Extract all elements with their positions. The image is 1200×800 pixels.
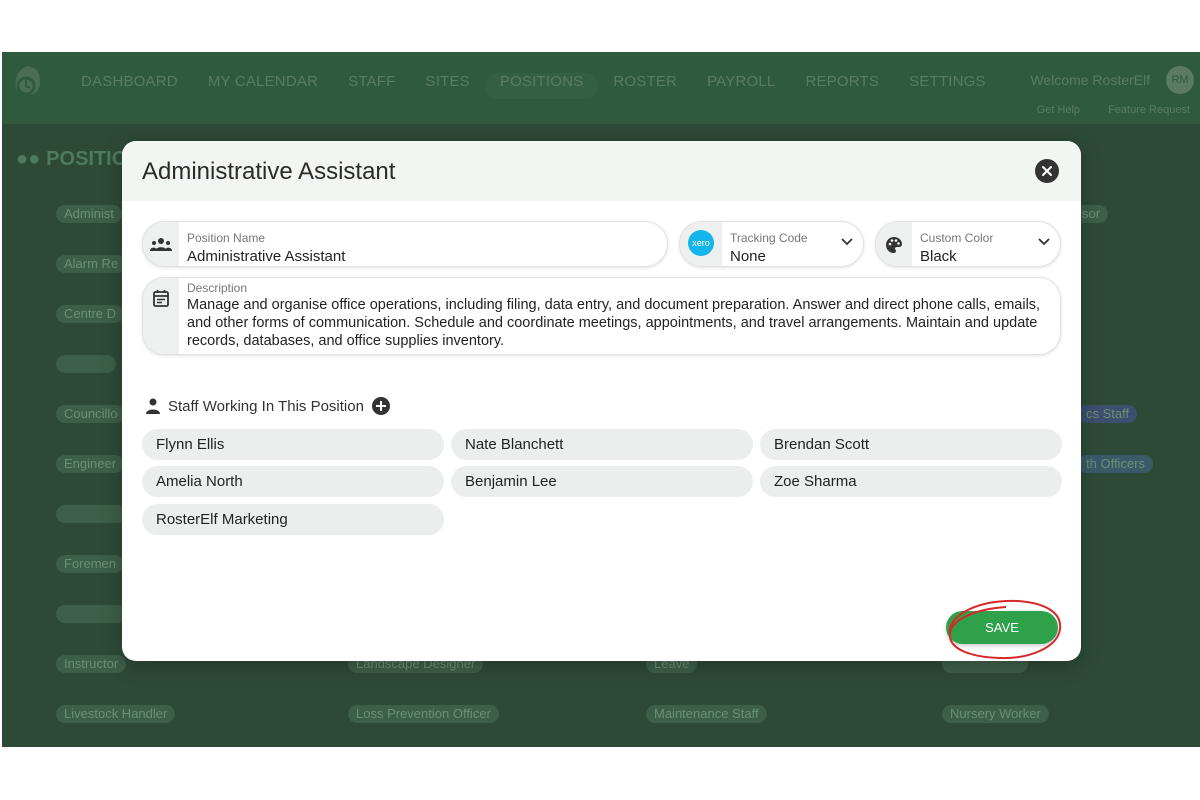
field-icon-column — [876, 222, 912, 266]
welcome-text: Welcome RosterElf — [1030, 72, 1150, 88]
chevron-down-icon — [841, 238, 853, 246]
add-staff-icon[interactable] — [371, 397, 390, 415]
position-pill[interactable]: Livestock Handler — [56, 705, 176, 723]
calendar-icon — [153, 290, 169, 307]
tracking-code-select[interactable]: xero Tracking Code None — [679, 221, 864, 267]
modal-header: Administrative Assistant — [122, 141, 1081, 201]
save-button[interactable]: SAVE — [946, 611, 1058, 644]
group-icon — [150, 238, 172, 251]
rosterelf-logo-icon — [15, 66, 41, 96]
nav-positions[interactable]: POSITIONS — [484, 73, 599, 99]
tracking-code-label: Tracking Code — [730, 231, 808, 245]
staff-chip[interactable]: Nate Blanchett — [451, 429, 753, 460]
staff-section-title: Staff Working In This Position — [168, 397, 364, 415]
get-help-link[interactable]: Get Help — [1037, 104, 1080, 116]
staff-chip[interactable]: RosterElf Marketing — [142, 504, 444, 535]
nav-my-calendar[interactable]: MY CALENDAR — [193, 73, 333, 99]
field-icon-column — [143, 278, 179, 354]
position-pill[interactable]: Maintenance Staff — [646, 705, 767, 723]
position-pill[interactable]: cs Staff — [1078, 405, 1138, 423]
position-pill[interactable]: Alarm Re — [56, 255, 127, 273]
nav-staff[interactable]: STAFF — [333, 73, 410, 99]
position-pill[interactable]: Loss Prevention Officer — [348, 705, 499, 723]
custom-color-select[interactable]: Custom Color Black — [875, 221, 1061, 267]
group-icon: ●● — [16, 148, 41, 170]
position-pill[interactable]: Nursery Worker — [942, 705, 1049, 723]
close-button[interactable] — [1035, 159, 1059, 183]
avatar[interactable]: RM — [1166, 66, 1194, 94]
description-field[interactable]: Description Manage and organise office o… — [142, 277, 1061, 355]
position-name-input[interactable]: Administrative Assistant — [187, 248, 345, 265]
position-pill[interactable]: Instructor — [56, 655, 127, 673]
help-links: Get Help Feature Request — [1037, 104, 1190, 116]
field-icon-column: xero — [680, 222, 722, 266]
custom-color-value: Black — [920, 248, 957, 265]
position-pill[interactable]: th Officers — [1078, 455, 1154, 473]
nav-settings[interactable]: SETTINGS — [894, 73, 1001, 99]
feature-request-link[interactable]: Feature Request — [1108, 104, 1190, 116]
chevron-down-icon — [1038, 238, 1050, 246]
top-navigation: DASHBOARD MY CALENDAR STAFF SITES POSITI… — [2, 52, 1200, 124]
staff-chip[interactable]: Benjamin Lee — [451, 466, 753, 497]
xero-logo-icon: xero — [688, 230, 714, 256]
close-icon — [1042, 166, 1052, 176]
position-pill[interactable]: Administ — [56, 205, 122, 223]
staff-chip[interactable]: Zoe Sharma — [760, 466, 1062, 497]
nav-reports[interactable]: REPORTS — [790, 73, 894, 99]
nav-roster[interactable]: ROSTER — [598, 73, 692, 99]
position-pill[interactable]: Foremen — [56, 555, 125, 573]
position-pill[interactable] — [56, 355, 116, 373]
position-pill[interactable]: Centre D — [56, 305, 125, 323]
nav-dashboard[interactable]: DASHBOARD — [66, 73, 193, 99]
position-name-label: Position Name — [187, 231, 266, 245]
modal-title: Administrative Assistant — [142, 158, 396, 185]
description-textarea[interactable]: Manage and organise office operations, i… — [187, 296, 1057, 350]
staff-chip[interactable]: Flynn Ellis — [142, 429, 444, 460]
nav-menu: DASHBOARD MY CALENDAR STAFF SITES POSITI… — [66, 73, 1001, 99]
position-pill[interactable]: Engineer — [56, 455, 125, 473]
staff-section-header: Staff Working In This Position — [146, 397, 390, 415]
person-icon — [146, 398, 160, 414]
staff-chip[interactable]: Brendan Scott — [760, 429, 1062, 460]
description-label: Description — [187, 281, 248, 295]
nav-payroll[interactable]: PAYROLL — [692, 73, 790, 99]
position-pill[interactable]: Councillo — [56, 405, 126, 423]
nav-sites[interactable]: SITES — [411, 73, 485, 99]
palette-icon — [886, 237, 902, 253]
position-name-field[interactable]: Position Name Administrative Assistant — [142, 221, 668, 267]
page-title: ●● POSITIO — [16, 148, 128, 170]
custom-color-label: Custom Color — [920, 231, 994, 245]
position-pill[interactable] — [56, 505, 126, 523]
staff-chip[interactable]: Amelia North — [142, 466, 444, 497]
tracking-code-value: None — [730, 248, 766, 265]
position-pill[interactable] — [56, 605, 126, 623]
field-icon-column — [143, 222, 179, 266]
edit-position-modal: Administrative Assistant Position Name A… — [122, 141, 1081, 661]
